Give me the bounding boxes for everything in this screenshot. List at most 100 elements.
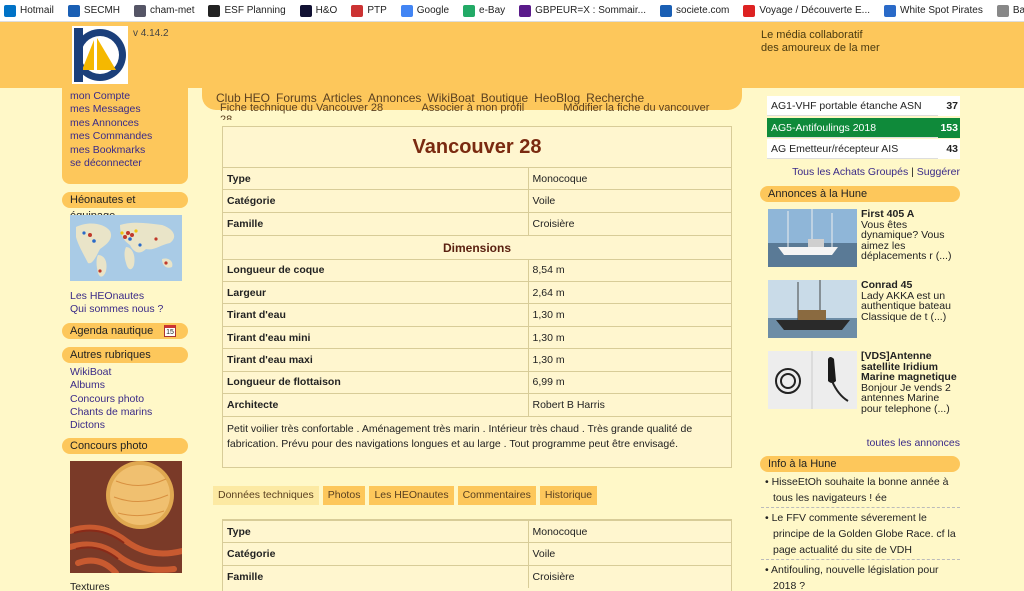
tab-heonautes[interactable]: Les HEOnautes	[369, 486, 454, 505]
spec-key: Type	[223, 166, 529, 190]
bookmark-item[interactable]: GBPEUR=X : Sommair...	[515, 4, 646, 17]
annonce-text: First 405 A Vous êtes dynamique? Vous ai…	[861, 209, 960, 273]
albums-link[interactable]: Albums	[62, 379, 188, 392]
annonces-title[interactable]: Annonces à la Hune	[760, 186, 960, 202]
bookmark-item[interactable]: H&O	[296, 4, 338, 17]
world-map-image[interactable]	[70, 215, 182, 281]
mail-icon	[4, 4, 16, 17]
info-item[interactable]: • Le FFV commente séverement le principe…	[761, 508, 960, 560]
autres-title[interactable]: Autres rubriques	[62, 346, 188, 363]
google-icon	[400, 4, 413, 17]
bullet-icon: •	[765, 512, 772, 524]
heonautes-title[interactable]: Héonautes et équipage	[62, 192, 188, 222]
annonce-title[interactable]: [VDS]Antenne satellite Iridium Marine ma…	[861, 351, 960, 383]
ebay-icon	[463, 4, 476, 17]
info-item[interactable]: • Antifouling, nouvelle législation pour…	[761, 560, 960, 591]
bookmark-label: H&O	[315, 5, 338, 16]
dictons-link[interactable]: Dictons	[62, 419, 188, 432]
tagline-line-2: des amoureux de la mer	[761, 42, 880, 54]
achat-row[interactable]: AG Emetteur/récepteur AIS 43	[767, 139, 960, 159]
tagline-line-1: Le média collaboratif	[761, 29, 863, 41]
spec-value: Robert B Harris	[528, 393, 731, 416]
yahoo-icon	[519, 4, 532, 17]
bookmark-item[interactable]: Hotmail	[0, 4, 54, 17]
wikiboat-link[interactable]: WikiBoat	[62, 366, 188, 379]
bookmark-item[interactable]: e-Bay	[459, 4, 506, 17]
chants-link[interactable]: Chants de marins	[62, 406, 188, 419]
bookmark-label: e-Bay	[479, 5, 506, 16]
bookmark-item[interactable]: Voyage / Découverte E...	[739, 4, 870, 17]
bookmark-item[interactable]: White Spot Pirates	[880, 4, 983, 17]
info-title[interactable]: Info à la Hune	[760, 456, 960, 472]
tab-historique[interactable]: Historique	[539, 486, 598, 505]
classic-boat-photo-icon	[768, 280, 857, 338]
agenda-title[interactable]: Agenda nautique 15	[62, 322, 188, 339]
user-link-commandes[interactable]: mes Commandes	[70, 130, 180, 143]
bookmark-label: Google	[416, 5, 450, 16]
achat-row[interactable]: AG1-VHF portable étanche ASN 37	[767, 96, 960, 116]
annonce-item[interactable]: [VDS]Antenne satellite Iridium Marine ma…	[768, 351, 960, 427]
bookmark-item[interactable]: SECMH	[64, 4, 121, 17]
dimension-row: Tirant d'eau 1,30 m	[223, 303, 731, 327]
bookmark-item[interactable]: cham-met	[130, 4, 194, 17]
spec-row: Type Monocoque	[223, 519, 731, 543]
spec-value: Croisière	[528, 211, 731, 235]
suggerer-link[interactable]: Suggérer	[917, 166, 960, 178]
bookmark-item[interactable]: societe.com	[656, 4, 730, 17]
spec-value: Voile	[528, 542, 731, 566]
heonautes-link[interactable]: Les HEOnautes	[62, 290, 188, 303]
tab-photos[interactable]: Photos	[322, 486, 366, 505]
user-link-logout[interactable]: se déconnecter	[70, 157, 180, 170]
spec-value: 1,30 m	[528, 325, 731, 349]
annonce-text: Conrad 45 Lady AKKA est un authentique b…	[861, 280, 960, 344]
info-text: Antifouling, nouvelle législation pour 2…	[771, 564, 939, 591]
annonce-item[interactable]: First 405 A Vous êtes dynamique? Vous ai…	[768, 209, 960, 273]
bookmark-item[interactable]: Google	[397, 4, 450, 17]
bookmarks-bar: Hotmail SECMH cham-met ESF Planning H&O PTP Go…	[0, 0, 1024, 22]
user-link-annonces[interactable]: mes Annonces	[70, 117, 180, 130]
info-item[interactable]: • HisseEtOh souhaite la bonne année à to…	[761, 472, 960, 508]
doc-icon	[884, 4, 896, 17]
annonce-photo[interactable]	[768, 280, 857, 338]
boat-spec-panel: Vancouver 28 Type Monocoque Catégorie Voile…	[222, 126, 732, 468]
subnav-associer[interactable]: Associer à mon profil	[422, 102, 525, 114]
concours-title[interactable]: Concours photo	[62, 437, 188, 454]
user-link-account[interactable]: mon Compte	[70, 90, 180, 103]
dimension-row: Tirant d'eau mini 1,30 m	[223, 325, 731, 349]
spec-value: 1,30 m	[528, 348, 731, 372]
annonce-item[interactable]: Conrad 45 Lady AKKA est un authentique b…	[768, 280, 960, 344]
annonce-desc: Bonjour Je vends 2 antennes Marine pour …	[861, 381, 951, 415]
heo-logo-icon[interactable]	[72, 26, 128, 84]
achat-count: 37	[938, 96, 960, 116]
concours-caption[interactable]: Textures	[62, 581, 188, 591]
spec-key: Type	[223, 519, 529, 543]
annonce-photo[interactable]	[768, 351, 857, 409]
bookmark-item[interactable]: PTP	[347, 4, 387, 17]
user-link-bookmarks[interactable]: mes Bookmarks	[70, 144, 180, 157]
bookmark-item[interactable]: ESF Planning	[204, 4, 286, 17]
tab-donnees-techniques[interactable]: Données techniques	[213, 486, 319, 505]
chart-icon	[351, 4, 364, 17]
qui-sommes-nous-link[interactable]: Qui sommes nous ?	[62, 303, 188, 316]
bookmark-label: SECMH	[83, 5, 121, 16]
user-link-messages[interactable]: mes Messages	[70, 103, 180, 116]
spec-key: Largeur	[223, 281, 529, 304]
bookmark-item[interactable]: Banque Layder	[993, 4, 1024, 17]
subnav-fiche[interactable]: Fiche technique du Vancouver 28	[220, 102, 383, 114]
globe-icon	[208, 4, 221, 17]
version-label: v 4.14.2	[133, 28, 169, 39]
tab-commentaires[interactable]: Commentaires	[457, 486, 536, 505]
achat-row-highlighted[interactable]: AG5-Antifoulings 2018 153	[767, 117, 960, 138]
info-text: Le FFV commente séverement le principe d…	[771, 512, 956, 556]
toutes-annonces-link[interactable]: toutes les annonces	[767, 437, 960, 449]
spec-key: Longueur de coque	[223, 258, 529, 282]
annonce-text: [VDS]Antenne satellite Iridium Marine ma…	[861, 351, 960, 427]
tous-achats-link[interactable]: Tous les Achats Groupés	[792, 166, 908, 178]
annonce-photo[interactable]	[768, 209, 857, 267]
bookmark-label: societe.com	[676, 5, 730, 16]
concours-link[interactable]: Concours photo	[62, 393, 188, 406]
sub-nav: Fiche technique du Vancouver 28 Associer…	[213, 102, 735, 120]
spec-row: Famille Croisière	[223, 211, 731, 235]
concours-photo-image[interactable]	[70, 460, 182, 573]
spec-value: Monocoque	[528, 166, 731, 190]
